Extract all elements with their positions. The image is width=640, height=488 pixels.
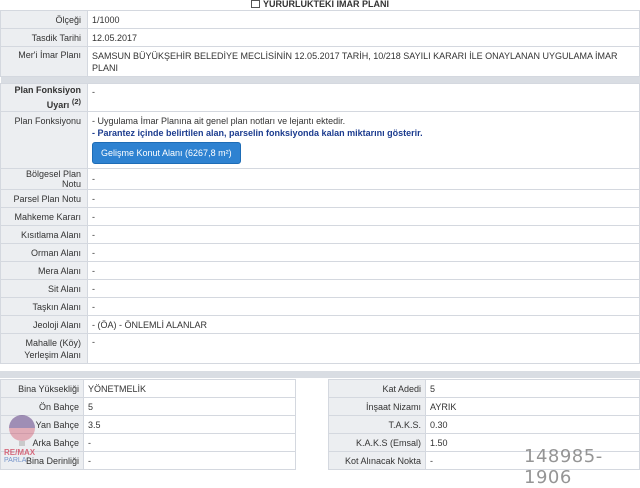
mahalle-label: Mahalle (Köy) Yerleşim Alanı	[0, 333, 88, 364]
row-parsel: Parsel Plan Notu -	[0, 189, 640, 208]
document-icon	[251, 0, 260, 8]
row-taks: T.A.K.S. 0.30	[328, 415, 640, 434]
mahkeme-value: -	[87, 207, 640, 226]
row-tasdik: Tasdik Tarihi 12.05.2017	[0, 28, 640, 47]
row-kat-adedi: Kat Adedi 5	[328, 379, 640, 398]
fonksiyon-note-2: - Parantez içinde belirtilen alan, parse…	[92, 128, 423, 138]
tasdik-label: Tasdik Tarihi	[0, 28, 88, 47]
merii-value: SAMSUN BÜYÜKŞEHİR BELEDİYE MECLİSİNİN 12…	[87, 46, 640, 77]
row-bina-yuksekligi: Bina Yüksekliği YÖNETMELİK	[0, 379, 296, 398]
gelisme-konut-alani-button[interactable]: Gelişme Konut Alanı (6267,8 m²)	[92, 142, 241, 164]
mera-label: Mera Alanı	[0, 261, 88, 280]
merii-label: Mer'i İmar Planı	[0, 46, 88, 77]
kisitlama-label: Kısıtlama Alanı	[0, 225, 88, 244]
bina-yuksekligi-value: YÖNETMELİK	[83, 379, 296, 398]
orman-label: Orman Alanı	[0, 243, 88, 262]
watermark-listing-id: 148985-1906	[524, 446, 603, 488]
sit-label: Sit Alanı	[0, 279, 88, 298]
row-jeoloji: Jeoloji Alanı - (ÖA) - ÖNLEMLİ ALANLAR	[0, 315, 640, 334]
insaat-nizami-label: İnşaat Nizamı	[328, 397, 426, 416]
on-bahce-label: Ön Bahçe	[0, 397, 84, 416]
parsel-label: Parsel Plan Notu	[0, 189, 88, 208]
row-kisitlama: Kısıtlama Alanı -	[0, 225, 640, 244]
logo-text-1: RE/MAX	[4, 448, 36, 457]
row-olcegi: Ölçeği 1/1000	[0, 10, 640, 29]
kat-adedi-value: 5	[425, 379, 640, 398]
plan-uyari-sup: (2)	[71, 97, 81, 106]
kot-alinacak-nokta-label: Kot Alınacak Nokta	[328, 451, 426, 470]
row-yan-bahce: Yan Bahçe 3.5	[0, 415, 296, 434]
yan-bahce-value: 3.5	[83, 415, 296, 434]
page-title: YÜRÜRLÜKTEKİ İMAR PLANI	[0, 0, 640, 10]
row-plan-fonksiyonu: Plan Fonksiyonu - Uygulama İmar Planına …	[0, 111, 640, 169]
parsel-value: -	[87, 189, 640, 208]
insaat-nizami-value: AYRIK	[425, 397, 640, 416]
plan-uyari-label-line1: Plan Fonksiyon	[14, 85, 81, 95]
mahalle-label-line2: Yerleşim Alanı	[24, 349, 81, 360]
remax-logo: RE/MAX PARLA	[4, 414, 40, 466]
on-bahce-value: 5	[83, 397, 296, 416]
separator	[0, 76, 640, 84]
tasdik-value: 12.05.2017	[87, 28, 640, 47]
logo-text-2: PARLA	[4, 457, 27, 464]
mera-value: -	[87, 261, 640, 280]
plan-fonksiyonu-value: - Uygulama İmar Planına ait genel plan n…	[87, 111, 640, 169]
jeoloji-label: Jeoloji Alanı	[0, 315, 88, 334]
taks-label: T.A.K.S.	[328, 415, 426, 434]
row-insaat-nizami: İnşaat Nizamı AYRIK	[328, 397, 640, 416]
taks-value: 0.30	[425, 415, 640, 434]
plan-uyari-label-line2: Uyarı	[46, 100, 70, 110]
page-title-text: YÜRÜRLÜKTEKİ İMAR PLANI	[263, 0, 389, 9]
row-bina-derinligi: Bina Derinliği -	[0, 451, 296, 470]
mahalle-value: -	[87, 333, 640, 364]
row-sit: Sit Alanı -	[0, 279, 640, 298]
mahkeme-label: Mahkeme Kararı	[0, 207, 88, 226]
row-plan-uyari: Plan Fonksiyon Uyarı (2) -	[0, 83, 640, 112]
taskin-value: -	[87, 297, 640, 316]
plan-uyari-value: -	[87, 83, 640, 112]
sit-value: -	[87, 279, 640, 298]
bina-derinligi-value: -	[83, 451, 296, 470]
olcegi-value: 1/1000	[87, 10, 640, 29]
plan-fonksiyonu-label: Plan Fonksiyonu	[0, 111, 88, 169]
arka-bahce-value: -	[83, 433, 296, 452]
kisitlama-value: -	[87, 225, 640, 244]
row-orman: Orman Alanı -	[0, 243, 640, 262]
row-arka-bahce: Arka Bahçe -	[0, 433, 296, 452]
row-mahkeme: Mahkeme Kararı -	[0, 207, 640, 226]
row-mahalle: Mahalle (Köy) Yerleşim Alanı -	[0, 333, 640, 364]
row-bolgesel: Bölgesel Plan Notu -	[0, 168, 640, 190]
row-on-bahce: Ön Bahçe 5	[0, 397, 296, 416]
taskin-label: Taşkın Alanı	[0, 297, 88, 316]
row-merii-plan: Mer'i İmar Planı SAMSUN BÜYÜKŞEHİR BELED…	[0, 46, 640, 77]
kaks-label: K.A.K.S (Emsal)	[328, 433, 426, 452]
plan-info-table: Ölçeği 1/1000 Tasdik Tarihi 12.05.2017 M…	[0, 10, 640, 364]
plan-uyari-label: Plan Fonksiyon Uyarı (2)	[0, 83, 88, 112]
bina-yuksekligi-label: Bina Yüksekliği	[0, 379, 84, 398]
row-mera: Mera Alanı -	[0, 261, 640, 280]
mahalle-label-line1: Mahalle (Köy)	[25, 337, 81, 348]
bolgesel-value: -	[87, 168, 640, 190]
olcegi-label: Ölçeği	[0, 10, 88, 29]
orman-value: -	[87, 243, 640, 262]
building-params-table: Bina Yüksekliği YÖNETMELİK Ön Bahçe 5 Ya…	[0, 379, 296, 470]
row-taskin: Taşkın Alanı -	[0, 297, 640, 316]
jeoloji-value: - (ÖA) - ÖNLEMLİ ALANLAR	[87, 315, 640, 334]
section-divider	[0, 371, 640, 378]
bolgesel-label: Bölgesel Plan Notu	[0, 168, 88, 190]
kat-adedi-label: Kat Adedi	[328, 379, 426, 398]
fonksiyon-note-1: - Uygulama İmar Planına ait genel plan n…	[92, 116, 346, 126]
